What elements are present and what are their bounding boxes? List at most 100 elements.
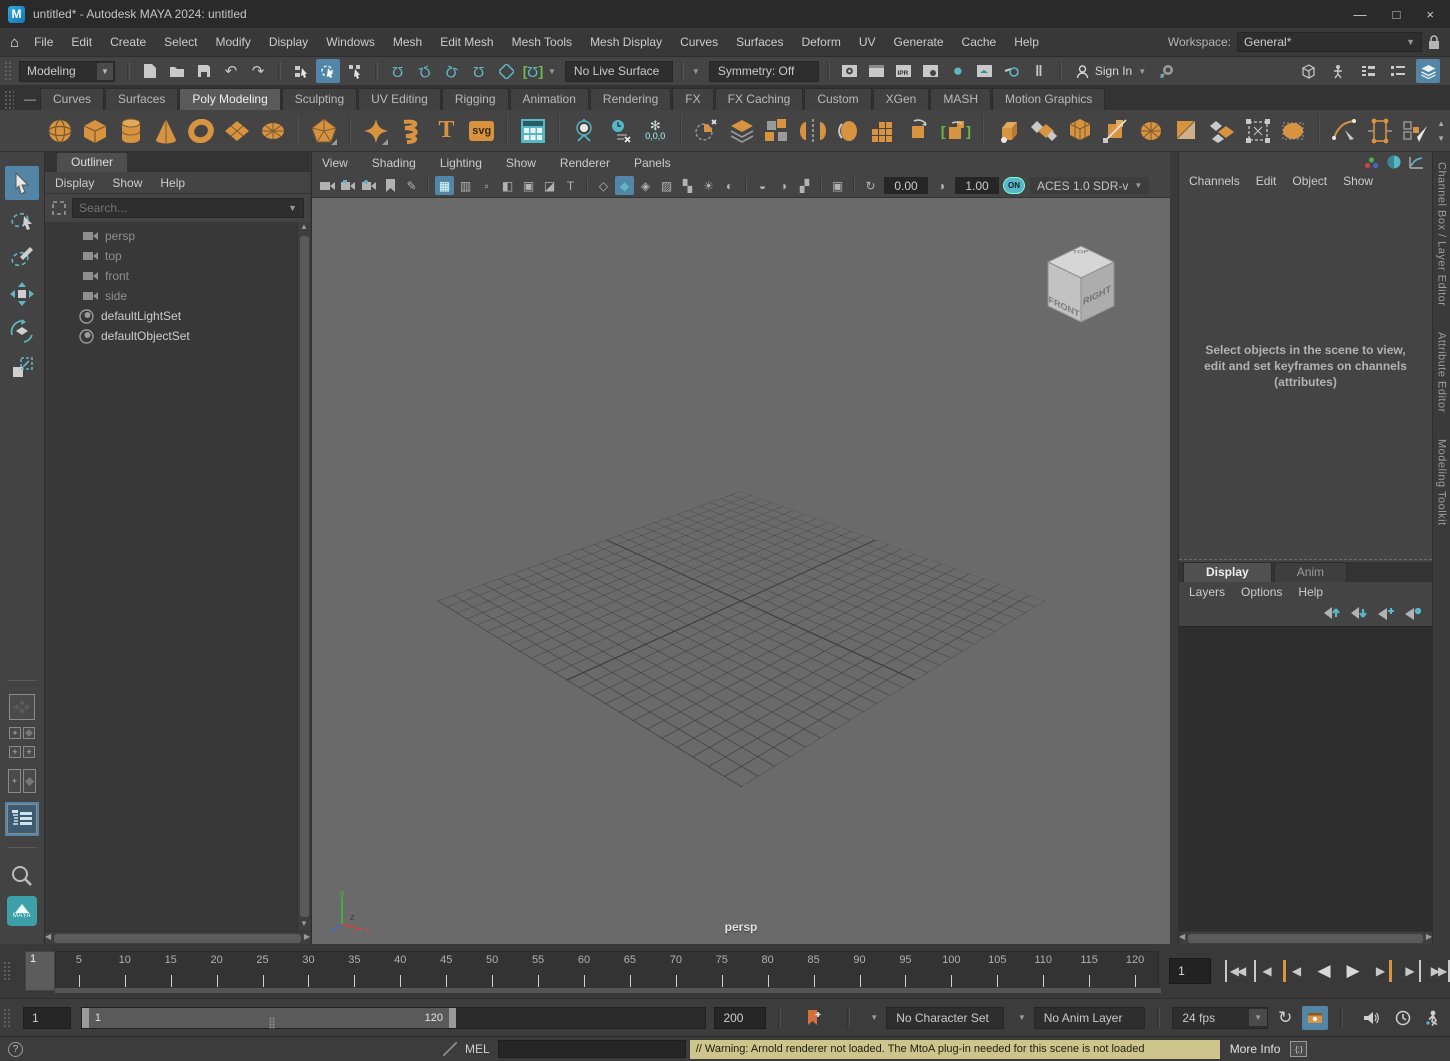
layout-two-pane-right-button[interactable] xyxy=(23,769,36,793)
timeline-tick[interactable]: 30 xyxy=(286,952,332,990)
render-current-frame-button[interactable] xyxy=(865,59,889,83)
draw-overlay-icon[interactable]: ✎ xyxy=(402,176,421,195)
play-forwards-button[interactable]: ▶ xyxy=(1341,960,1363,982)
channel-box-splitter[interactable] xyxy=(1179,559,1432,560)
shelf-tab[interactable]: Surfaces xyxy=(105,88,178,110)
viewport-3d-view[interactable]: TOP FRONT RIGHT y x z persp xyxy=(312,198,1170,944)
range-slider-track[interactable]: 1120 xyxy=(81,1007,707,1029)
layer-editor-menu-item[interactable]: Options xyxy=(1241,585,1282,599)
layout-two-pane-left-button[interactable]: + xyxy=(8,769,21,793)
layer-editor-menu-item[interactable]: Help xyxy=(1298,585,1323,599)
pause-viewport-button[interactable]: ‖ xyxy=(1027,59,1051,83)
viewport-menu-item[interactable]: View xyxy=(322,156,348,170)
sign-in-dropdown[interactable]: Sign In ▼ xyxy=(1070,60,1152,82)
rotate-tool[interactable] xyxy=(5,314,39,348)
scrollbar-thumb[interactable] xyxy=(300,236,309,917)
step-forward-key-button[interactable]: ▶ xyxy=(1370,960,1392,982)
camera-select-icon[interactable] xyxy=(318,176,337,195)
menu-item[interactable]: Display xyxy=(260,31,317,53)
menu-item[interactable]: UV xyxy=(850,31,885,53)
channel-box-menu-item[interactable]: Object xyxy=(1292,174,1327,188)
layout-split-b-button[interactable]: + xyxy=(23,746,35,758)
shelf-tab[interactable]: MASH xyxy=(930,88,991,110)
layout-four-pane-button[interactable]: + xyxy=(9,727,21,739)
move-layer-up-icon[interactable] xyxy=(1324,607,1341,620)
smooth-mesh-preview-button[interactable] xyxy=(1279,115,1306,147)
view-cube[interactable]: TOP FRONT RIGHT xyxy=(1040,240,1122,328)
go-to-end-button[interactable]: ▶▶ xyxy=(1428,960,1450,982)
extrude-button[interactable] xyxy=(995,115,1022,147)
gamma-field[interactable]: 1.00 xyxy=(955,177,999,194)
help-button[interactable]: ? xyxy=(8,1042,23,1057)
toggle-viewport-renderer-button[interactable] xyxy=(1000,59,1024,83)
scroll-left-icon[interactable]: ◀ xyxy=(1179,932,1185,944)
symmetry-field[interactable]: Symmetry: Off xyxy=(709,61,819,82)
timeline-tick[interactable]: 80 xyxy=(745,952,791,990)
menu-set-selector[interactable]: Modeling ▼ xyxy=(19,61,115,82)
shelf-tab[interactable]: Sculpting xyxy=(282,88,357,110)
make-live-button[interactable] xyxy=(494,59,518,83)
scrollbar-thumb[interactable] xyxy=(1188,934,1423,943)
timeline-ticks[interactable]: 5101520253035404550556065707580859095100… xyxy=(55,951,1159,991)
timeline-tick[interactable]: 55 xyxy=(515,952,561,990)
menu-item[interactable]: Create xyxy=(101,31,155,53)
viewport-menu-item[interactable]: Renderer xyxy=(560,156,610,170)
command-line-input[interactable] xyxy=(498,1040,686,1058)
separate-button[interactable] xyxy=(764,115,791,147)
timeline-tick[interactable]: 65 xyxy=(607,952,653,990)
timeline-tick[interactable]: 100 xyxy=(928,952,974,990)
resolution-gate-icon[interactable]: ▫ xyxy=(477,176,496,195)
show-manipulators-button[interactable] xyxy=(1296,59,1320,83)
camera-lock-icon[interactable] xyxy=(339,176,358,195)
timeline-tick[interactable]: 60 xyxy=(561,952,607,990)
snap-together-button[interactable]: [Ω] xyxy=(521,59,545,83)
menu-item[interactable]: Modify xyxy=(206,31,259,53)
scroll-up-icon[interactable]: ▲ xyxy=(300,222,308,234)
home-icon[interactable]: ⌂ xyxy=(10,34,19,51)
live-surface-field[interactable]: No Live Surface xyxy=(565,61,673,82)
layer-list[interactable] xyxy=(1179,626,1432,931)
time-slider-grip[interactable] xyxy=(3,961,11,981)
channel-box-horizontal-scrollbar[interactable]: ◀ ▶ xyxy=(1179,931,1432,944)
range-end-handle[interactable] xyxy=(449,1008,456,1028)
animation-preferences-icon[interactable] xyxy=(1425,1010,1440,1026)
menu-item[interactable]: Mesh Tools xyxy=(503,31,581,53)
step-back-frame-button[interactable]: ◀ xyxy=(1254,960,1276,982)
viewport-menu-item[interactable]: Shading xyxy=(372,156,416,170)
layer-editor-tab[interactable]: Anim xyxy=(1274,562,1347,582)
ipr-render-button[interactable]: IPR xyxy=(892,59,916,83)
timeline-tick[interactable]: 70 xyxy=(653,952,699,990)
timeline-tick[interactable]: 45 xyxy=(423,952,469,990)
shelf-scroll-up-icon[interactable]: ▲ xyxy=(1437,119,1445,128)
redo-button[interactable]: ↷ xyxy=(246,59,270,83)
viewport-menu-item[interactable]: Lighting xyxy=(440,156,482,170)
timeline-tick[interactable]: 20 xyxy=(194,952,240,990)
channel-box-menu-item[interactable]: Channels xyxy=(1189,174,1240,188)
timeline-tick[interactable]: 10 xyxy=(102,952,148,990)
menu-item[interactable]: Windows xyxy=(317,31,384,53)
maximize-button[interactable]: □ xyxy=(1393,7,1401,22)
snap-to-point-button[interactable]: Ω xyxy=(440,59,464,83)
render-settings-button[interactable] xyxy=(919,59,943,83)
toolbar-grip[interactable] xyxy=(4,61,12,81)
search-help-button[interactable]: x xyxy=(1155,59,1179,83)
sweep-mesh-button[interactable] xyxy=(519,115,546,147)
scroll-left-icon[interactable]: ◀ xyxy=(45,932,51,944)
range-bar-grip[interactable] xyxy=(3,1008,11,1028)
menu-item[interactable]: Deform xyxy=(792,31,849,53)
workspace-layers-button[interactable] xyxy=(1416,59,1440,83)
layout-outliner-persp-button[interactable] xyxy=(7,804,37,834)
bounding-box-mode-icon[interactable]: ◈ xyxy=(636,176,655,195)
outliner-item-persp[interactable]: persp xyxy=(45,226,310,246)
timeline-tick[interactable]: 110 xyxy=(1020,952,1066,990)
layer-editor-tab[interactable]: Display xyxy=(1183,562,1272,582)
layout-pane-persp-button[interactable] xyxy=(23,727,35,739)
contrast-icon[interactable]: ◑ xyxy=(932,176,951,195)
field-chart-icon[interactable]: ▣ xyxy=(519,176,538,195)
lighting-toggle-icon[interactable]: ☀ xyxy=(699,176,718,195)
type-tool-button[interactable]: T xyxy=(433,115,460,147)
menu-item[interactable]: Edit Mesh xyxy=(431,31,502,53)
panel-divider[interactable] xyxy=(1170,152,1178,944)
helix-button[interactable] xyxy=(397,115,424,147)
poly-sphere-button[interactable] xyxy=(46,115,73,147)
